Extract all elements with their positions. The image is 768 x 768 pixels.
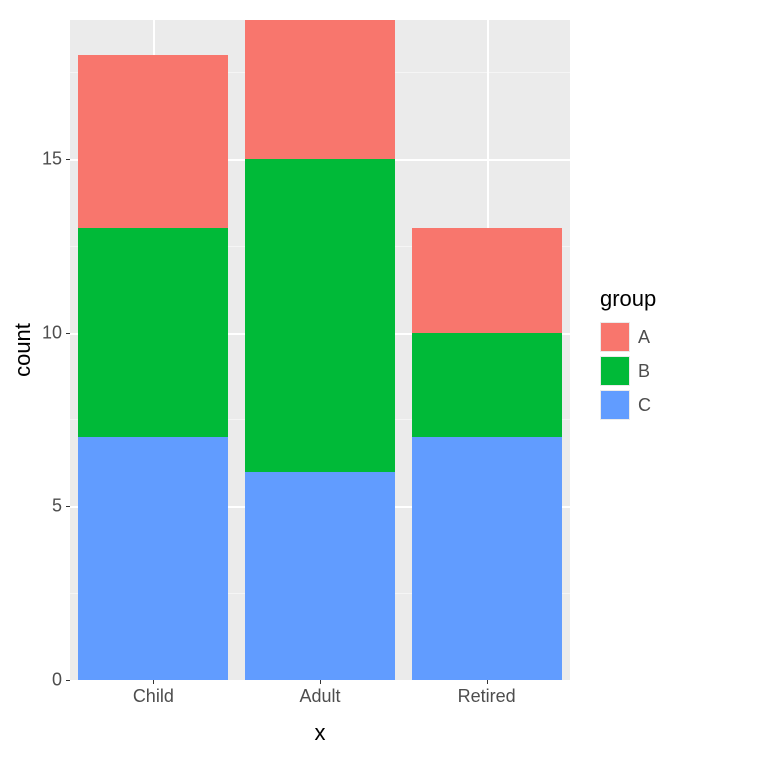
- legend-item: A: [600, 320, 656, 354]
- bar-segment: [412, 228, 562, 332]
- bar-segment: [412, 333, 562, 437]
- stacked-bar-chart: 0 5 10 15 Child Adult Retired count x group A…: [0, 0, 768, 768]
- x-tick-label: Child: [133, 686, 174, 707]
- bar-segment: [245, 20, 395, 159]
- x-tick-mark: [487, 680, 488, 684]
- legend-key: [600, 390, 630, 420]
- y-tick-label: 0: [34, 670, 62, 691]
- legend-key: [600, 322, 630, 352]
- legend: group ABC: [600, 286, 656, 422]
- y-tick-label: 5: [34, 496, 62, 517]
- legend-swatch: [601, 357, 629, 385]
- y-tick-label: 15: [34, 148, 62, 169]
- bar-segment: [412, 437, 562, 680]
- x-tick-mark: [320, 680, 321, 684]
- y-tick-label: 10: [34, 322, 62, 343]
- legend-swatch: [601, 391, 629, 419]
- legend-key: [600, 356, 630, 386]
- legend-swatch: [601, 323, 629, 351]
- bar-segment: [78, 55, 228, 229]
- legend-label: C: [638, 395, 651, 416]
- legend-title: group: [600, 286, 656, 312]
- y-tick-mark: [66, 680, 70, 681]
- x-tick-label: Retired: [458, 686, 516, 707]
- y-axis-title: count: [10, 323, 36, 377]
- y-tick-mark: [66, 159, 70, 160]
- legend-item: B: [600, 354, 656, 388]
- legend-label: B: [638, 361, 650, 382]
- legend-item: C: [600, 388, 656, 422]
- x-axis-title: x: [315, 720, 326, 746]
- bar-segment: [78, 228, 228, 436]
- plot-panel: [70, 20, 570, 680]
- y-tick-mark: [66, 333, 70, 334]
- bar-segment: [245, 159, 395, 472]
- x-tick-mark: [153, 680, 154, 684]
- bar-segment: [245, 472, 395, 680]
- x-tick-label: Adult: [299, 686, 340, 707]
- bar-segment: [78, 437, 228, 680]
- y-axis-title-text: count: [10, 323, 35, 377]
- legend-label: A: [638, 327, 650, 348]
- y-tick-mark: [66, 506, 70, 507]
